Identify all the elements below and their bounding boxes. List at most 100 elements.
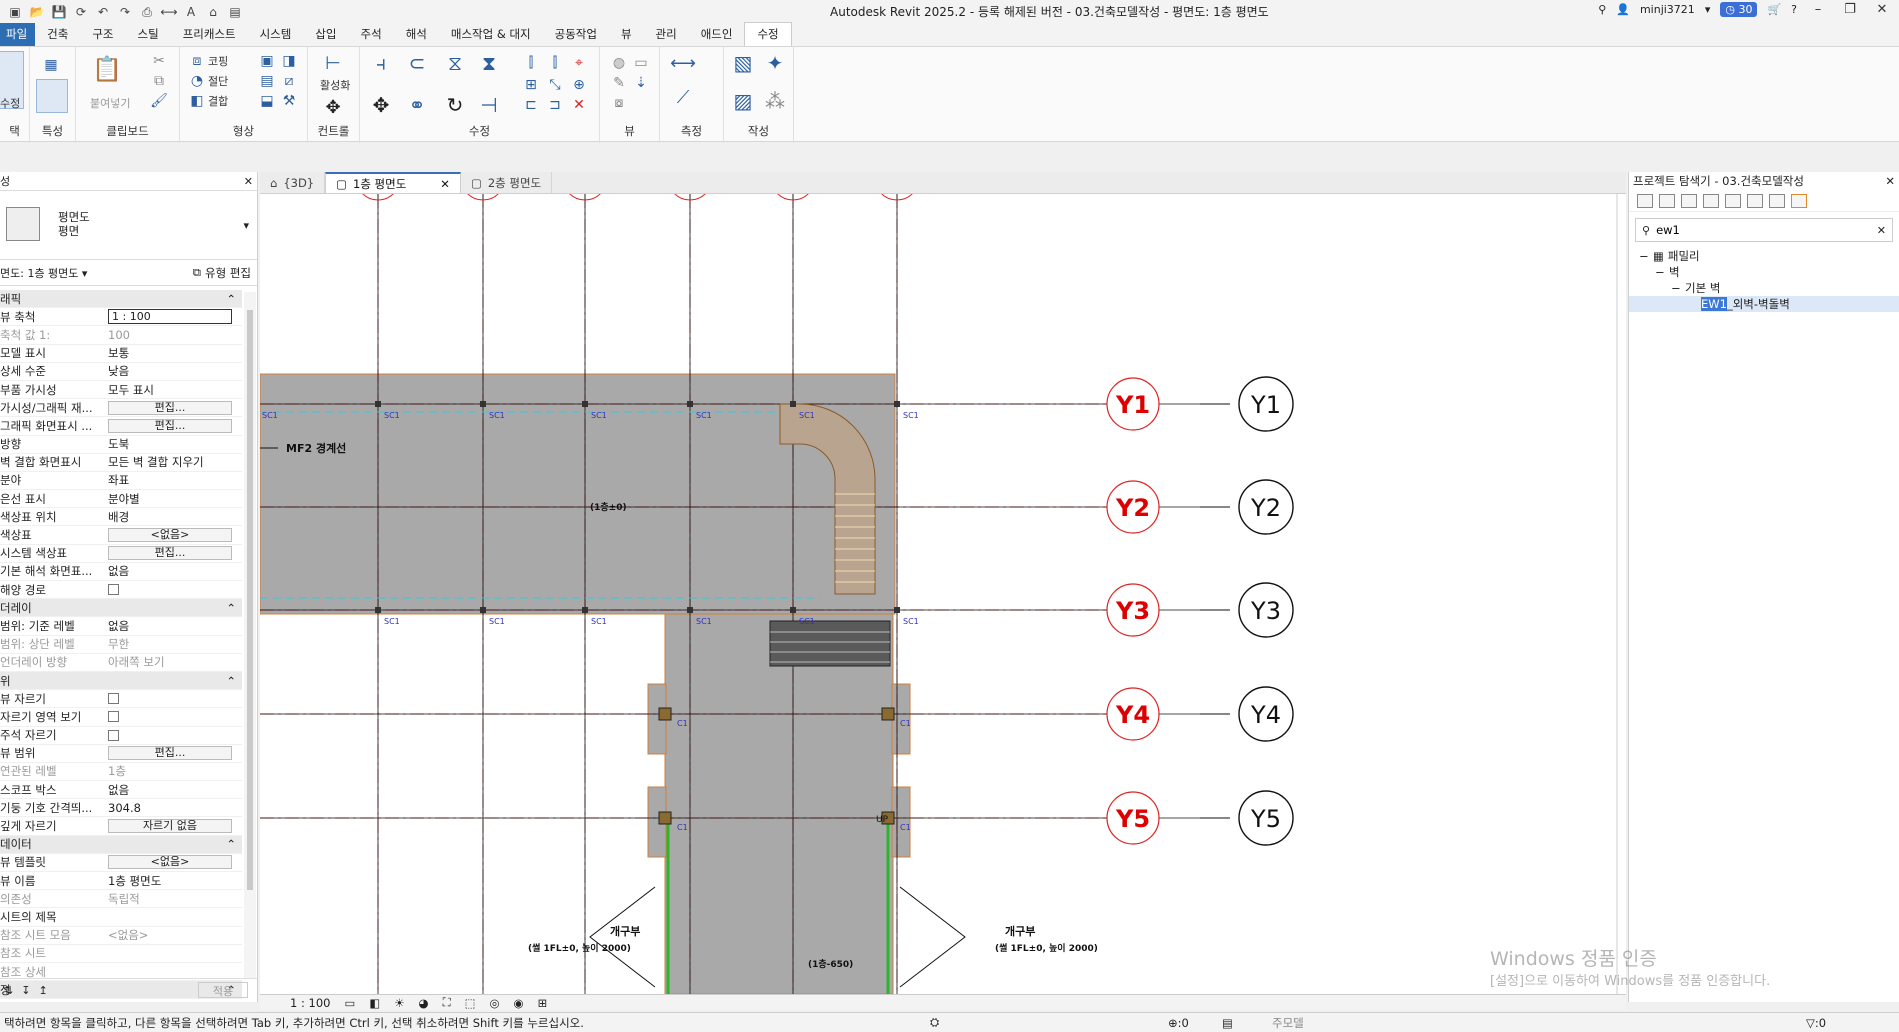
workset-icon[interactable]: ⛭ <box>930 1015 939 1030</box>
properties-button[interactable] <box>36 79 68 113</box>
clock-badge[interactable]: ◷ 30 <box>1720 2 1758 17</box>
collapse-icon[interactable]: ⌃ <box>226 674 236 688</box>
demolish-icon[interactable]: ▤ <box>256 71 278 91</box>
property-checkbox[interactable] <box>108 729 119 741</box>
activate-icon[interactable]: ⊢ <box>322 53 344 74</box>
view-tab[interactable]: ▢ 2층 평면도 <box>461 172 553 193</box>
property-category[interactable]: 더레이 ⌃ <box>0 599 242 618</box>
property-value[interactable]: 모두 표시 <box>108 383 154 397</box>
select-group-label[interactable]: 택 <box>0 123 29 139</box>
tree-toggle-icon[interactable]: − <box>1671 281 1681 295</box>
open-icon[interactable]: 📂 <box>28 3 46 21</box>
temp-hide-icon[interactable]: ◎ <box>490 996 500 1010</box>
collapse-icon[interactable]: ⌃ <box>226 837 236 851</box>
ribbon-tab[interactable]: 매스작업 & 대지 <box>439 23 543 46</box>
schedules-icon[interactable] <box>1703 193 1719 208</box>
property-value[interactable]: 없음 <box>108 619 129 633</box>
split-gap-icon[interactable]: ⫿ <box>544 53 566 73</box>
groups-icon[interactable] <box>1747 193 1763 208</box>
text-icon[interactable]: A <box>182 3 200 21</box>
redo-icon[interactable]: ↷ <box>116 3 134 21</box>
property-value[interactable]: 1층 평면도 <box>108 874 161 888</box>
trim-multi-icon[interactable]: ⊐ <box>544 95 566 115</box>
copy-icon[interactable]: ⧉ <box>148 71 170 91</box>
search-input[interactable] <box>1656 223 1871 237</box>
sort-az-icon[interactable]: ↧ <box>21 984 30 997</box>
ribbon-tab[interactable]: 해석 <box>394 23 439 46</box>
view-tab[interactable]: ⌂ {3D} <box>260 172 326 193</box>
property-category[interactable]: 래픽 ⌃ <box>0 290 242 309</box>
tree-toggle-icon[interactable]: − <box>1639 249 1649 263</box>
worksharing-icon[interactable]: ⊞ <box>538 996 548 1010</box>
view-tab[interactable]: ▢ 1층 평면도 ✕ <box>325 172 461 193</box>
property-value[interactable]: 분야별 <box>108 492 140 506</box>
design-options-icon[interactable]: ▤ <box>1222 1016 1233 1030</box>
similar-icon[interactable]: ⁂ <box>764 89 786 113</box>
paste-label[interactable]: 붙여넣기 <box>90 95 130 111</box>
type-selector[interactable]: 평면도 평면 ▾ <box>0 190 257 260</box>
views-icon[interactable] <box>1659 193 1675 208</box>
undo-icon[interactable]: ↶ <box>94 3 112 21</box>
sun-path-icon[interactable]: ☀ <box>394 996 404 1010</box>
override-icon[interactable]: ▭ <box>630 53 652 73</box>
close-button[interactable]: ✕ <box>1871 2 1893 17</box>
property-edit-button[interactable]: 편집... <box>108 400 232 415</box>
view-scale[interactable]: 1 : 100 <box>290 996 330 1010</box>
hammer-icon[interactable]: ⚒ <box>278 91 300 111</box>
mirror-axis-icon[interactable]: ⧖ <box>444 51 466 75</box>
type-properties-icon[interactable]: ▦ <box>40 55 62 75</box>
cope-icon[interactable]: ⧈ <box>186 51 208 71</box>
property-value[interactable]: 좌표 <box>108 473 129 487</box>
print-icon[interactable]: ⎙ <box>138 3 156 21</box>
dropdown-icon[interactable]: ⇣ <box>630 73 652 93</box>
links-icon[interactable] <box>1769 193 1785 208</box>
create-group-icon[interactable]: ▨ <box>732 89 754 113</box>
help-icon[interactable]: ? <box>1791 3 1797 16</box>
pin-icon[interactable]: ⊕ <box>568 75 590 95</box>
crop-view-icon[interactable]: ⛶ <box>443 995 451 1010</box>
minimize-button[interactable]: – <box>1807 2 1829 17</box>
copy-tool-icon[interactable]: ⚭ <box>406 93 428 117</box>
detail-level-icon[interactable]: ▭ <box>344 996 355 1010</box>
binoculars-icon[interactable]: ⚲ <box>1598 3 1606 16</box>
restore-button[interactable]: ❐ <box>1839 2 1861 17</box>
property-edit-button[interactable]: 편집... <box>108 546 232 561</box>
join-icon[interactable]: ◧ <box>186 91 208 111</box>
remove-paint-icon[interactable]: ⬓ <box>256 91 278 111</box>
split-face-icon[interactable]: ◨ <box>278 51 300 71</box>
app-menu-icon[interactable]: ▣ <box>6 3 24 21</box>
property-checkbox[interactable] <box>108 693 119 705</box>
align-icon[interactable]: ⫞ <box>370 51 392 75</box>
ribbon-tab[interactable]: 건축 <box>35 23 80 46</box>
properties-scrollbar[interactable] <box>244 292 256 978</box>
close-tab-icon[interactable]: ✕ <box>440 177 450 191</box>
property-checkbox[interactable] <box>108 584 119 596</box>
paint-icon[interactable]: ⧄ <box>278 71 300 91</box>
chevron-down-icon[interactable]: ▾ <box>1705 3 1711 16</box>
offset-icon[interactable]: ⊂ <box>406 51 428 75</box>
tree-item[interactable]: − 벽 <box>1629 264 1899 280</box>
collapse-icon[interactable]: ⌃ <box>226 292 236 306</box>
sync-icon[interactable]: ⟳ <box>72 3 90 21</box>
user-name[interactable]: minji3721 <box>1640 3 1695 16</box>
filter-readout[interactable]: ▽:0 <box>1806 1016 1826 1030</box>
scale-icon[interactable]: ⤡ <box>544 75 566 95</box>
property-input[interactable]: 1 : 100 <box>108 309 232 325</box>
wall-joins-icon[interactable]: ▣ <box>256 51 278 71</box>
paste-icon[interactable]: 📋 <box>92 55 122 83</box>
save-icon[interactable]: 💾 <box>50 3 68 21</box>
ribbon-tab[interactable]: 시스템 <box>248 23 304 46</box>
measure-icon[interactable]: ⟷ <box>160 3 178 21</box>
close-icon[interactable]: ✕ <box>1885 174 1895 188</box>
activate-label[interactable]: 활성화 <box>320 77 350 93</box>
ribbon-tab[interactable]: 뷰 <box>609 23 644 46</box>
create-assembly-icon[interactable]: ▧ <box>732 51 754 75</box>
floor-plan-drawing[interactable]: SC1 SC1 SC1 SC1 SC1 SC1 SC1 SC1 SC1 SC1 SC1 SC1 SC1 C… <box>260 194 1626 994</box>
select-box-icon[interactable]: ⧇ <box>608 93 630 113</box>
home-view-icon[interactable]: ⌂ <box>204 3 222 21</box>
property-category[interactable]: 위 ⌃ <box>0 671 242 691</box>
close-hidden-icon[interactable]: ▤ <box>226 3 244 21</box>
join-label[interactable]: 결합 <box>208 93 228 109</box>
property-value[interactable]: 보통 <box>108 346 129 360</box>
cope-label[interactable]: 코핑 <box>208 53 228 69</box>
